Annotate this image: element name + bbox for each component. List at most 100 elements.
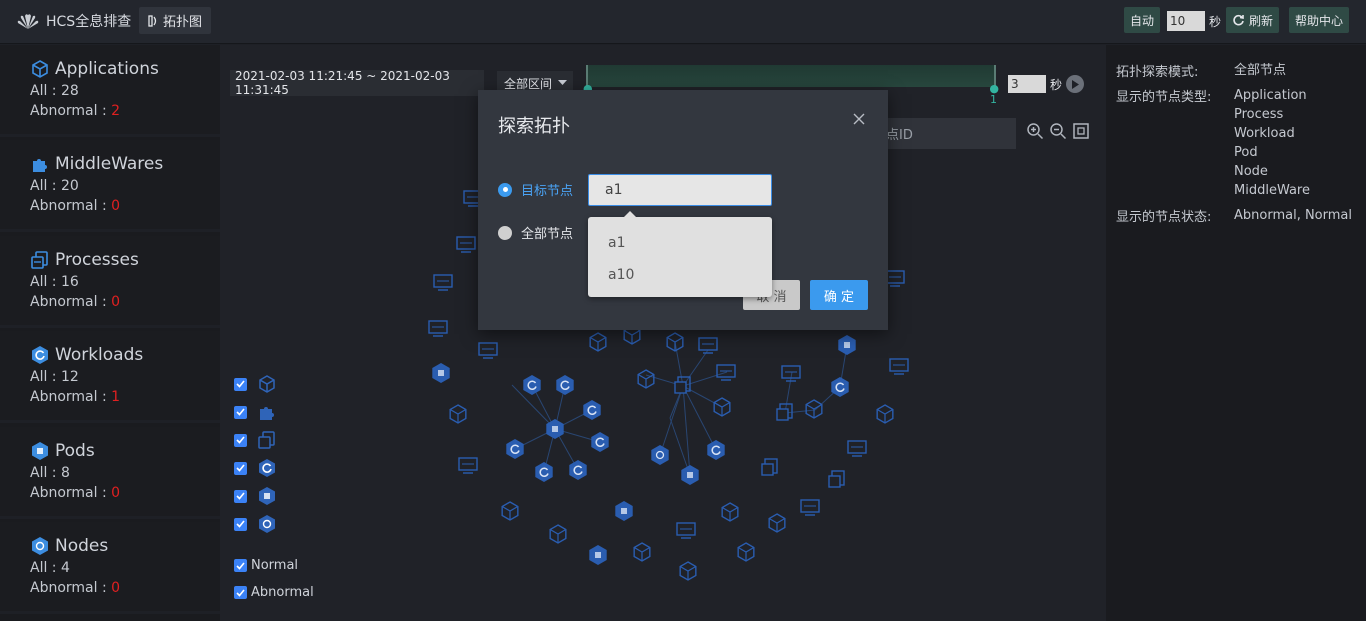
application-node-icon <box>713 397 731 417</box>
summary-card-pods[interactable]: Pods All : 8 Abnormal : 0 <box>0 427 220 519</box>
summary-card-workloads[interactable]: Workloads All : 12 Abnormal : 1 <box>0 331 220 423</box>
process-node-front <box>828 475 841 488</box>
server-node-icon <box>885 270 905 284</box>
workload-node-icon <box>831 377 849 397</box>
server-node-icon <box>458 457 478 471</box>
node-id-search-input[interactable]: 点ID <box>870 118 1016 149</box>
filter-pod[interactable] <box>234 482 314 510</box>
application-node-edge <box>633 546 651 561</box>
checkbox-checked-icon[interactable] <box>234 517 247 531</box>
autocomplete-dropdown: a1 a10 <box>588 211 772 297</box>
filter-process[interactable] <box>234 426 314 454</box>
application-node-edge <box>768 517 786 532</box>
application-node-edge <box>713 401 731 416</box>
pod-node-icon <box>681 465 699 485</box>
confirm-button[interactable]: 确 定 <box>810 280 868 310</box>
pod-icon <box>259 487 275 505</box>
top-bar: HCS全息排查 拓扑图 自动 10 秒 刷新 帮助中心 <box>0 0 1366 44</box>
pod-node-glyph <box>438 370 444 376</box>
dialog-title: 探索拓扑 <box>498 116 570 137</box>
node-types-key: 显示的节点类型: <box>1116 90 1212 105</box>
process-node-icon <box>764 458 778 474</box>
autocomplete-option[interactable]: a10 <box>588 259 772 291</box>
filter-middleware[interactable] <box>234 398 314 426</box>
application-node-icon <box>768 513 786 533</box>
card-abnormal-count: 0 <box>111 485 121 501</box>
process-node-icon <box>677 376 691 392</box>
radio-target-node[interactable]: 目标节点 <box>498 180 573 199</box>
refresh-label: 刷新 <box>1249 13 1274 28</box>
fit-view-icon[interactable] <box>1072 122 1090 140</box>
summary-sidebar: Applications All : 28 Abnormal : 2 Middl… <box>0 45 220 621</box>
zoom-out-icon[interactable] <box>1049 122 1067 140</box>
application-node-icon <box>637 369 655 389</box>
checkbox-checked-icon[interactable] <box>234 377 247 391</box>
auto-refresh-toggle[interactable]: 自动 <box>1124 7 1161 33</box>
filter-workload[interactable] <box>234 454 314 482</box>
server-node-icon <box>456 236 476 250</box>
filter-node[interactable] <box>234 510 314 538</box>
card-abnormal-count: 0 <box>111 580 121 596</box>
zoom-in-icon[interactable] <box>1026 122 1044 140</box>
tab-topology[interactable]: 拓扑图 <box>139 7 212 34</box>
card-title: Applications <box>55 59 159 79</box>
play-button[interactable] <box>1066 75 1085 93</box>
refresh-button[interactable]: 刷新 <box>1226 7 1280 33</box>
checkbox-checked-icon[interactable] <box>234 461 247 475</box>
checkbox-checked-icon[interactable] <box>234 433 247 447</box>
process-node-icon <box>831 470 845 486</box>
target-node-input[interactable]: a1 <box>588 174 772 206</box>
summary-card-applications[interactable]: Applications All : 28 Abnormal : 2 <box>0 45 220 137</box>
application-node-edge <box>876 408 894 423</box>
checkbox-checked-icon[interactable] <box>234 586 247 599</box>
app-title: HCS全息排查 <box>46 14 132 30</box>
filter-application[interactable] <box>234 370 314 398</box>
workload-node-glyph <box>587 405 597 415</box>
play-interval-input[interactable]: 3 <box>1008 75 1046 93</box>
summary-card-middlewares[interactable]: MiddleWares All : 20 Abnormal : 0 <box>0 140 220 232</box>
workload-node-icon <box>535 462 553 482</box>
checkbox-checked-icon[interactable] <box>234 405 247 419</box>
time-range-display[interactable]: 2021-02-03 11:21:45 ~ 2021-02-03 11:31:4… <box>230 69 484 97</box>
help-center-button[interactable]: 帮助中心 <box>1289 7 1350 33</box>
cube-icon <box>259 375 275 393</box>
workload-node-icon <box>506 439 524 459</box>
server-node-icon <box>781 365 801 379</box>
card-abnormal-count: 2 <box>111 103 121 119</box>
application-node-icon <box>633 542 651 562</box>
server-node-icon <box>433 274 453 288</box>
pod-node-icon <box>546 419 564 439</box>
application-node-edge <box>589 336 607 351</box>
pod-node-glyph <box>552 426 558 432</box>
pod-icon <box>30 441 50 461</box>
refresh-interval-input[interactable]: 10 <box>1167 11 1205 31</box>
node-icon <box>30 536 50 556</box>
workload-node-icon <box>583 400 601 420</box>
filter-status-normal[interactable]: Normal <box>234 552 314 579</box>
card-all-count: All : 4 <box>30 560 70 576</box>
checkbox-checked-icon[interactable] <box>234 489 247 503</box>
server-node-icon <box>698 337 718 351</box>
radio-all-label: 全部节点 <box>521 227 574 242</box>
radio-all-nodes[interactable]: 全部节点 <box>498 223 573 242</box>
workload-node-icon <box>591 432 609 452</box>
close-icon[interactable] <box>852 112 866 126</box>
server-node-icon <box>676 522 696 536</box>
explore-mode-key: 拓扑探索模式: <box>1116 65 1199 80</box>
checkbox-checked-icon[interactable] <box>234 559 247 572</box>
workload-node-glyph <box>510 444 520 454</box>
node-type-item: Process <box>1234 107 1284 122</box>
application-node-edge <box>623 329 641 344</box>
workload-node-icon <box>569 460 587 480</box>
application-node-icon <box>589 332 607 352</box>
autocomplete-option[interactable]: a1 <box>588 227 772 259</box>
refresh-icon <box>1233 14 1244 25</box>
summary-card-processes[interactable]: Processes All : 16 Abnormal : 0 <box>0 236 220 328</box>
pod-node-glyph <box>621 508 627 514</box>
filter-status-abnormal[interactable]: Abnormal <box>234 579 314 606</box>
card-abnormal-label: Abnormal : <box>30 485 112 501</box>
pod-node-icon <box>838 335 856 355</box>
play-seconds-label: 秒 <box>1050 77 1063 92</box>
summary-card-nodes[interactable]: Nodes All : 4 Abnormal : 0 <box>0 522 220 614</box>
timeline-slider[interactable]: ● ● 1 <box>583 65 999 106</box>
